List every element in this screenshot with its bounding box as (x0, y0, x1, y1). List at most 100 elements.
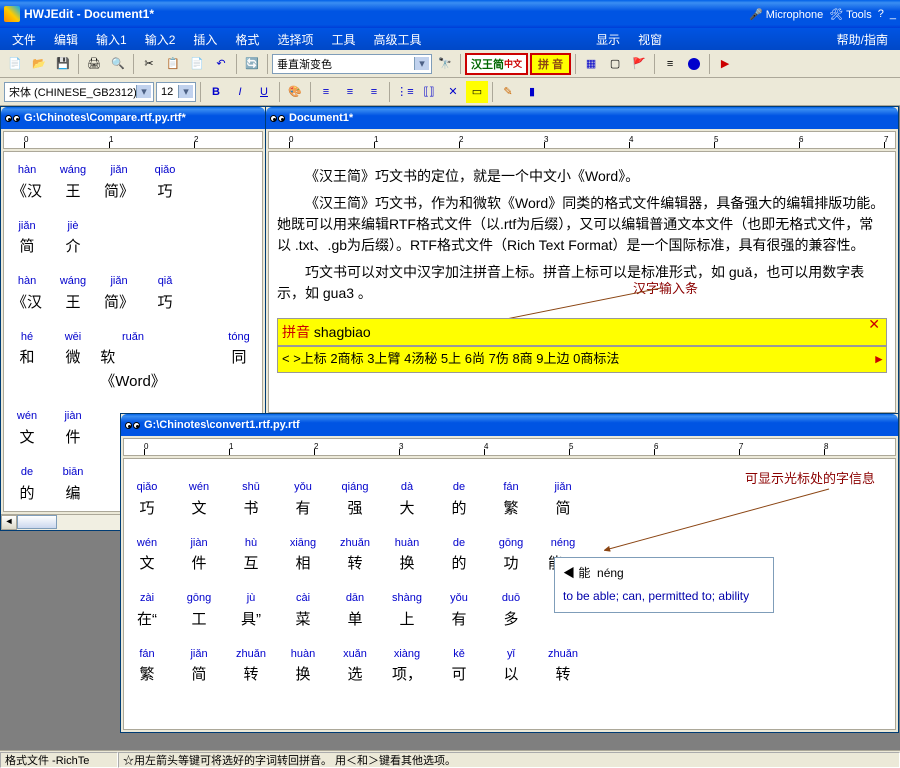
document1-titlebar[interactable]: Document1* (266, 107, 898, 129)
pinyin-char: zài在“ (132, 590, 162, 632)
app-title: HWJEdit - Document1* (24, 7, 745, 21)
candidate-nav-icon[interactable]: ▸ (875, 349, 882, 370)
candidate-bar[interactable]: < >上标 2商标 3上臂 4汤秘 5上 6尚 7伤 8商 9上边 0商标法 ▸ (277, 346, 887, 373)
save-icon[interactable]: 💾 (52, 53, 74, 75)
menu-select[interactable]: 选择项 (269, 29, 321, 50)
pinyin-char: huàn换 (288, 646, 318, 688)
menu-display[interactable]: 显示 (588, 29, 628, 50)
statusbar: 格式文件 -RichTe ☆用左箭头等键可将选好的字词转回拼音。 用＜和＞键看其… (0, 750, 900, 768)
microphone-tool[interactable]: 🎤 Microphone (749, 8, 823, 21)
pinyin-char: yǐ以 (496, 646, 526, 688)
dot-icon[interactable] (683, 53, 705, 75)
menu-insert[interactable]: 插入 (185, 29, 225, 50)
menu-edit[interactable]: 编辑 (46, 29, 86, 50)
highlight-icon[interactable]: ▭ (466, 81, 488, 103)
menu-input1[interactable]: 输入1 (88, 29, 135, 50)
new-icon[interactable]: 📄 (4, 53, 26, 75)
pinyin-char: hàn《汉 (12, 273, 42, 315)
pencil-icon[interactable]: ✎ (497, 81, 519, 103)
pinyin-char: tóng同 (224, 329, 254, 395)
pinyin-char: zhuǎn转 (236, 646, 266, 688)
pinyin-input-bar[interactable]: 拼音 shagbiao ✕ (277, 318, 887, 346)
align-right-icon[interactable]: ≡ (363, 81, 385, 103)
scroll-thumb[interactable] (17, 515, 57, 529)
italic-icon[interactable]: I (229, 81, 251, 103)
bullets-icon[interactable]: ⋮≡ (394, 81, 416, 103)
brackets-icon[interactable]: ⟦⟧ (418, 81, 440, 103)
app-icon (4, 6, 20, 22)
grid-icon[interactable]: ▦ (580, 53, 602, 75)
pinyin-char: jiè介 (58, 218, 88, 260)
convert-titlebar[interactable]: G:\Chinotes\convert1.rtf.py.rtf (121, 414, 898, 436)
tools-tool[interactable]: 🛠 Tools (829, 8, 872, 21)
minimize-icon[interactable]: _ (890, 8, 896, 20)
cut-icon[interactable]: ✂ (138, 53, 160, 75)
pinyin-char: jiàn件 (58, 408, 88, 450)
pinyin-char: gōng功 (496, 535, 526, 577)
size-combo[interactable]: 12 (156, 82, 196, 102)
font-combo[interactable]: 宋体 (CHINESE_GB2312) (4, 82, 154, 102)
close-icon[interactable]: ✕ (868, 313, 880, 335)
pinyin-char: de的 (444, 535, 474, 577)
menu-input2[interactable]: 输入2 (137, 29, 184, 50)
open-icon[interactable]: 📂 (28, 53, 50, 75)
paste-icon[interactable]: 📄 (186, 53, 208, 75)
copy-icon[interactable]: 📋 (162, 53, 184, 75)
undo-icon[interactable]: ↶ (210, 53, 232, 75)
pinyin-char: jiǎn简 (12, 218, 42, 260)
pinyin-char: shū书 (236, 479, 266, 521)
triangle-icon[interactable]: ▶ (714, 53, 736, 75)
scroll-left-icon[interactable]: ◄ (1, 515, 17, 530)
titlebar-tools: 🎤 Microphone 🛠 Tools ? _ (749, 8, 896, 21)
document1-content[interactable]: 《汉王简》巧文书的定位，就是一个中文小《Word》。 《汉王简》巧文书，作为和微… (268, 151, 896, 413)
align-left-icon[interactable]: ≡ (315, 81, 337, 103)
candidates-text[interactable]: < >上标 2商标 3上臂 4汤秘 5上 6尚 7伤 8商 9上边 0商标法 (282, 349, 619, 370)
document1-window[interactable]: Document1* 0123456789 《汉王简》巧文书的定位，就是一个中文… (265, 106, 899, 416)
compare-titlebar[interactable]: G:\Chinotes\Compare.rtf.py.rtf* (1, 107, 265, 129)
print-icon[interactable]: 🖨 (83, 53, 105, 75)
align-center-icon[interactable]: ≡ (339, 81, 361, 103)
underline-icon[interactable]: U (253, 81, 275, 103)
flag-icon[interactable]: 🚩 (628, 53, 650, 75)
pinyin-char: yǒu有 (444, 590, 474, 632)
binoculars-icon[interactable]: 🔭 (434, 53, 456, 75)
x-icon[interactable]: ✕ (442, 81, 464, 103)
pinyin-char: de的 (444, 479, 474, 521)
pinyin-char: zhuǎn转 (340, 535, 370, 577)
convert-window[interactable]: G:\Chinotes\convert1.rtf.py.rtf 01234567… (120, 413, 899, 733)
pinyin-char: kě可 (444, 646, 474, 688)
pinyin-char: yǒu有 (288, 479, 318, 521)
bold-icon[interactable]: B (205, 81, 227, 103)
menu-advtools[interactable]: 高级工具 (365, 29, 429, 50)
lines-icon[interactable]: ≡ (659, 53, 681, 75)
menu-format[interactable]: 格式 (227, 29, 267, 50)
menu-tools[interactable]: 工具 (323, 29, 363, 50)
color-icon[interactable]: 🎨 (284, 81, 306, 103)
compare-ruler[interactable]: 0123456789 (3, 131, 263, 149)
pinyin-char: xiàng项， (392, 646, 422, 688)
pinyin-char: wén文 (132, 535, 162, 577)
pinyin-char: zhuǎn转 (548, 646, 578, 688)
hanwang-button[interactable]: 汉王简中文 (465, 53, 528, 75)
box-icon[interactable]: ▢ (604, 53, 626, 75)
pinyin-char: xiāng相 (288, 535, 318, 577)
pinyin-char: wáng王 (58, 273, 88, 315)
help-icon[interactable]: ? (878, 8, 884, 20)
gradient-combo[interactable]: 垂直渐变色 (272, 54, 432, 74)
pinyin-char: wén文 (12, 408, 42, 450)
convert-content[interactable]: 可显示光标处的字信息qiǎo巧wén文shū书yǒu有qiáng强dà大de的f… (123, 458, 896, 730)
document1-ruler[interactable]: 0123456789 (268, 131, 896, 149)
preview-icon[interactable]: 🔍 (107, 53, 129, 75)
convert-ruler[interactable]: 0123456789 (123, 438, 896, 456)
convert-icon[interactable]: 🔄 (241, 53, 263, 75)
menu-file[interactable]: 文件 (4, 29, 44, 50)
menu-window[interactable]: 视窗 (630, 29, 670, 50)
pinyin-char: qiǎo巧 (132, 479, 162, 521)
menu-help[interactable]: 帮助/指南 (829, 29, 896, 50)
pinyin-button[interactable]: 拼 音 (530, 53, 571, 75)
titlebar: HWJEdit - Document1* 🎤 Microphone 🛠 Tool… (0, 0, 900, 28)
pinyin-input-text[interactable]: shagbiao (314, 321, 371, 343)
toolbar-format: 宋体 (CHINESE_GB2312) 12 B I U 🎨 ≡ ≡ ≡ ⋮≡ … (0, 78, 900, 106)
blue-box-icon[interactable]: ▮ (521, 81, 543, 103)
pinyin-char: biān编 (58, 464, 88, 506)
